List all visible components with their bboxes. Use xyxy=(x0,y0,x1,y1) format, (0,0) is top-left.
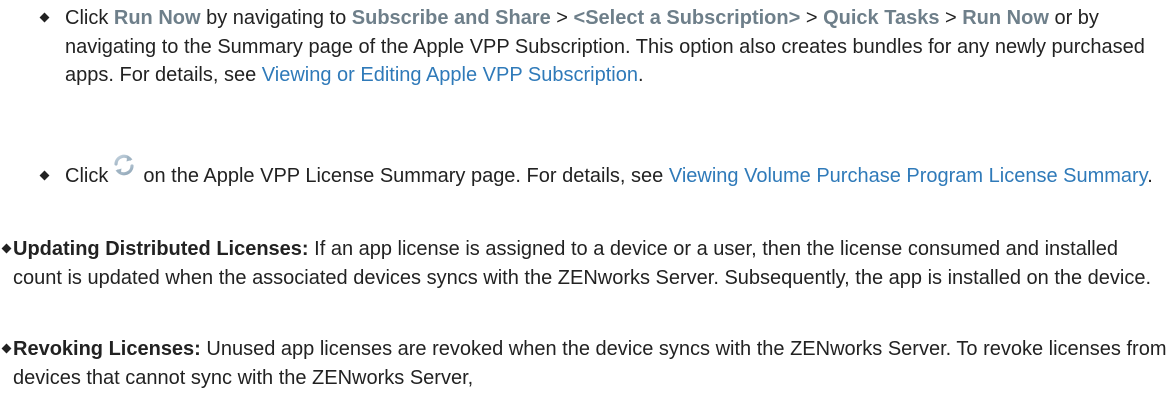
refresh-icon-instructions: Click on the Apple VPP License Summary pa… xyxy=(39,154,1165,191)
text-segment: Click xyxy=(65,7,114,29)
ui-label-run-now: Run Now xyxy=(962,7,1049,29)
ui-label-quick-tasks: Quick Tasks xyxy=(823,7,940,29)
bullet-marker xyxy=(39,170,50,181)
updating-distributed-licenses: Updating Distributed Licenses: If an app… xyxy=(1,235,1168,292)
revoking-licenses: Revoking Licenses: Unused app licenses a… xyxy=(1,335,1168,392)
ui-label-run-now: Run Now xyxy=(113,7,201,29)
bullet-marker xyxy=(1,243,12,254)
ui-label-subscribe-and-share: Subscribe and Share xyxy=(351,7,551,29)
link-viewing-vpp-license-summary[interactable]: Viewing Volume Purchase Program License … xyxy=(669,165,1147,187)
link-viewing-editing-vpp-subscription[interactable]: Viewing or Editing Apple VPP Subscriptio… xyxy=(262,64,638,86)
text-segment: by navigating to xyxy=(200,7,352,29)
bullet-marker xyxy=(1,343,12,354)
run-now-instructions: Click Run Now by navigating to Subscribe… xyxy=(39,4,1165,90)
separator: > xyxy=(550,7,574,29)
term-updating-distributed-licenses: Updating Distributed Licenses: xyxy=(13,238,309,260)
separator: > xyxy=(800,7,824,29)
text-segment: on the Apple VPP License Summary page. F… xyxy=(143,165,669,187)
text-segment: Click xyxy=(65,165,109,187)
bullet-marker xyxy=(39,12,50,23)
term-revoking-licenses: Revoking Licenses: xyxy=(13,338,201,360)
separator: > xyxy=(939,7,963,29)
ui-label-select-subscription: <Select a Subscription> xyxy=(573,7,801,29)
text-segment: . xyxy=(637,64,644,86)
text-segment: . xyxy=(1147,165,1153,187)
refresh-icon xyxy=(112,153,136,177)
